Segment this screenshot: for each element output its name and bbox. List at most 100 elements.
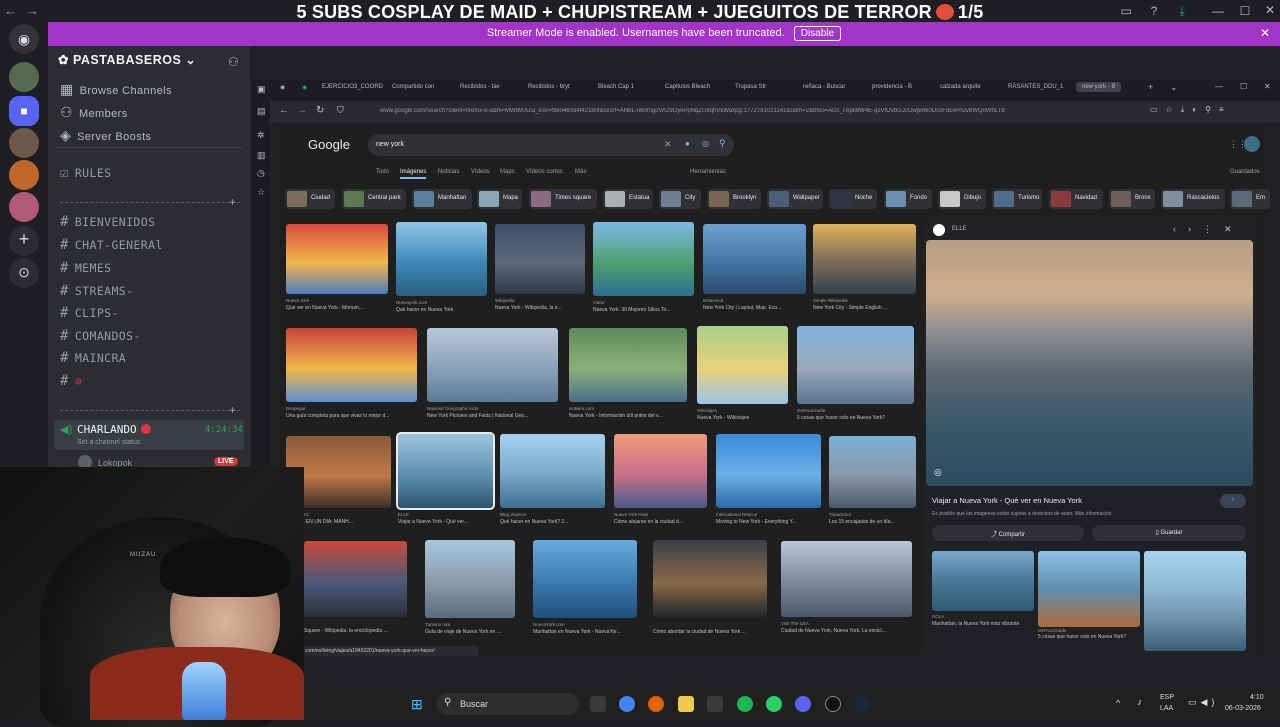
result-image[interactable]: [286, 328, 417, 402]
result-caption[interactable]: Qué hacer en Nueva York? 2...: [500, 519, 605, 525]
spotify-tab-icon[interactable]: ◉: [302, 84, 307, 91]
channel-streams[interactable]: # STREAMS-: [60, 283, 133, 299]
new-tab-icon[interactable]: +: [1148, 82, 1153, 92]
add-channel-icon[interactable]: +: [229, 403, 236, 417]
channel-maincra[interactable]: # MAINCRA: [60, 350, 126, 366]
tab[interactable]: calzada arquite: [940, 84, 981, 90]
windows-start-icon[interactable]: ⊞: [411, 696, 423, 713]
shield-icon[interactable]: ⛉: [337, 105, 344, 116]
voice-status[interactable]: Set a channel status: [77, 439, 140, 446]
result-image[interactable]: [427, 328, 558, 402]
result-image[interactable]: [829, 436, 916, 508]
result-image[interactable]: [593, 222, 694, 296]
channel-chat-general[interactable]: # CHAT-GENERAl: [60, 237, 163, 253]
tools-button[interactable]: Herramientas: [690, 169, 726, 175]
google-logo[interactable]: Google: [308, 137, 350, 152]
result-caption[interactable]: Cómo abordar la ciudad de Nueva York ...: [653, 629, 767, 635]
preview-image[interactable]: [926, 240, 1253, 486]
result-image[interactable]: [495, 224, 585, 294]
filter-chip[interactable]: Wallpaper: [767, 189, 823, 209]
history-icon[interactable]: ◷: [257, 168, 265, 179]
server-icon-4[interactable]: [9, 160, 39, 190]
lens-icon[interactable]: ◎: [702, 139, 709, 148]
account-avatar[interactable]: [1244, 136, 1260, 152]
result-caption[interactable]: Nueva York: 30 Mejores Sitios To...: [593, 307, 694, 313]
share-button[interactable]: ⤴ Compartir: [932, 525, 1084, 541]
result-image[interactable]: [716, 434, 821, 508]
tab-videos-cortos[interactable]: Vídeos cortos: [526, 169, 563, 175]
add-channel-icon[interactable]: +: [229, 195, 236, 209]
channel-memes[interactable]: # MEMES: [60, 260, 111, 276]
related-caption[interactable]: 5 cosas que hacer solo en Nueva York?: [1038, 634, 1138, 640]
preview-title[interactable]: Viajar a Nueva York - Qué ver en Nueva Y…: [932, 496, 1082, 505]
filter-chip[interactable]: Manhattan: [412, 189, 472, 209]
filter-chip[interactable]: Bronx: [1109, 189, 1155, 209]
result-caption[interactable]: New York City - Simple English ...: [813, 305, 916, 311]
banner-close-icon[interactable]: ✕: [1260, 26, 1270, 40]
panel-nav-icons[interactable]: ‹›⋮✕: [1173, 224, 1244, 235]
filter-chip[interactable]: City: [659, 189, 701, 209]
server-icon-3[interactable]: [9, 128, 39, 158]
result-caption[interactable]: Una guía completa para que vivas lo mejo…: [286, 413, 417, 419]
clear-search-icon[interactable]: ✕: [664, 139, 672, 150]
steam-icon[interactable]: [854, 696, 870, 712]
result-image[interactable]: [797, 326, 914, 404]
maximize-icon[interactable]: ☐: [1235, 4, 1255, 18]
result-caption[interactable]: Nueva York - Wikiviajes: [697, 415, 788, 421]
filter-chip[interactable]: Turismo: [992, 189, 1042, 209]
result-caption[interactable]: Manhattan en Nueva York - NuevaYor...: [533, 629, 637, 635]
bookmarks-icon[interactable]: ▥: [257, 150, 266, 161]
tab[interactable]: providencia - B: [872, 84, 912, 90]
explore-icon[interactable]: ⊙: [9, 258, 39, 288]
tab[interactable]: Recibidos - bryt: [528, 84, 570, 90]
tab[interactable]: reñaca - Buscar: [803, 84, 845, 90]
result-caption[interactable]: Guía de viaje de Nueva York en ...: [425, 629, 515, 635]
server-name[interactable]: ✿ PASTABASEROS ⌄: [58, 52, 196, 67]
tab-imagenes[interactable]: Imágenes: [400, 169, 427, 179]
result-caption[interactable]: Qué ver en Nueva York - Monum...: [286, 305, 388, 311]
back-icon[interactable]: ←: [279, 105, 289, 116]
browser-minimize-icon[interactable]: —: [1215, 82, 1223, 91]
disable-button[interactable]: Disable: [793, 26, 842, 41]
filter-chip[interactable]: Noche: [829, 189, 877, 209]
save-button[interactable]: ▯ Guardar: [1092, 525, 1246, 541]
add-server-icon[interactable]: +: [9, 226, 39, 256]
task-view-icon[interactable]: [590, 696, 606, 712]
tab-noticias[interactable]: Noticias: [438, 169, 459, 175]
channel-clips[interactable]: # CLIPS-: [60, 305, 119, 321]
visit-icon[interactable]: ›: [1220, 494, 1246, 508]
result-image[interactable]: [425, 540, 515, 618]
search-input[interactable]: [368, 134, 734, 156]
search-icon[interactable]: ⚲: [719, 138, 726, 149]
result-caption[interactable]: Viajar a Nueva York - Qué ver...: [398, 519, 493, 525]
filter-chip[interactable]: Mapa: [477, 189, 522, 209]
server-icon-5[interactable]: [9, 192, 39, 222]
network-volume-icons[interactable]: ▭◀): [1188, 697, 1218, 708]
sidebar-toggle-icon[interactable]: ▣: [257, 84, 266, 95]
result-image[interactable]: [697, 326, 788, 404]
result-image[interactable]: [500, 434, 605, 508]
mic-tray-icon[interactable]: ♪: [1137, 697, 1142, 708]
star-icon[interactable]: ☆: [257, 187, 265, 198]
whatsapp-icon[interactable]: [766, 696, 782, 712]
tab-list-icon[interactable]: ⌄: [1170, 82, 1178, 93]
result-caption[interactable]: Moving to New York - Everything Y...: [716, 519, 821, 525]
result-image[interactable]: [396, 222, 487, 296]
tab-mas[interactable]: Más: [575, 169, 586, 175]
saved-button[interactable]: Guardados: [1230, 169, 1260, 175]
result-image[interactable]: [533, 540, 637, 618]
filter-chip[interactable]: Navidad: [1049, 189, 1103, 209]
discord-home-icon[interactable]: ◉: [9, 24, 39, 54]
tab[interactable]: Recibidos - tav: [460, 84, 500, 90]
filter-chip[interactable]: Times square: [529, 189, 597, 209]
firefox-icon[interactable]: [648, 696, 664, 712]
filter-chip[interactable]: Central park: [342, 189, 406, 209]
spotify-icon[interactable]: [737, 696, 753, 712]
whatsapp-tab-icon[interactable]: ◉: [280, 84, 285, 91]
filter-chip[interactable]: Estatua: [603, 189, 653, 209]
store-icon[interactable]: [707, 696, 723, 712]
taskbar-search[interactable]: [436, 693, 579, 715]
result-image[interactable]: [813, 224, 916, 294]
clock-time[interactable]: 4:10: [1250, 694, 1264, 701]
language-indicator[interactable]: ESP: [1160, 694, 1174, 701]
